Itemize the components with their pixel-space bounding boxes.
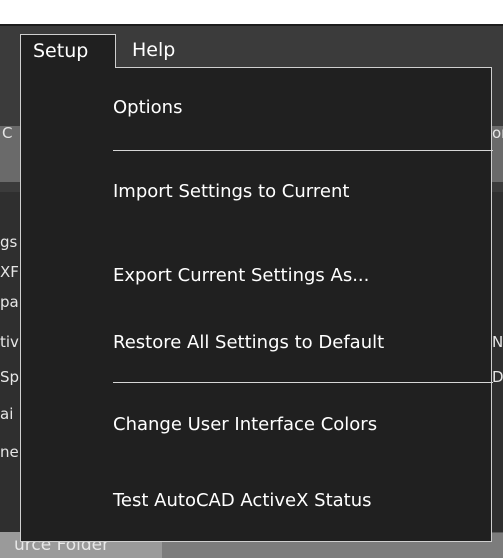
menu-item-restore-defaults[interactable]: Restore All Settings to Default bbox=[21, 325, 491, 361]
background-text-fragment: ne bbox=[0, 443, 19, 461]
background-text-fragment: D bbox=[492, 368, 503, 386]
menu-item-test-activex[interactable]: Test AutoCAD ActiveX Status bbox=[21, 483, 491, 519]
background-text-fragment: or bbox=[492, 124, 503, 142]
setup-dropdown-menu: Options Import Settings to Current Expor… bbox=[20, 67, 493, 542]
menu-tab-join bbox=[21, 66, 115, 69]
menu-item-options[interactable]: Options bbox=[21, 90, 491, 126]
background-text-fragment: tiv bbox=[0, 333, 19, 351]
screen: gs XF pa tiv Sp ai ne C or Na D urce Fol… bbox=[0, 0, 503, 558]
background-text-fragment: pa bbox=[0, 293, 19, 311]
background-text-fragment: Sp bbox=[0, 368, 20, 386]
menu-separator bbox=[113, 150, 493, 151]
menu-separator bbox=[113, 382, 493, 383]
menu-item-change-ui-colors[interactable]: Change User Interface Colors bbox=[21, 407, 491, 443]
menu-item-export-settings[interactable]: Export Current Settings As... bbox=[21, 258, 491, 294]
menu-setup[interactable]: Setup bbox=[20, 34, 116, 70]
menu-item-import-settings[interactable]: Import Settings to Current bbox=[21, 174, 491, 210]
background-text-fragment: gs bbox=[0, 233, 18, 251]
menu-help[interactable]: Help bbox=[120, 34, 187, 70]
menu-bar: Setup Help bbox=[0, 24, 503, 70]
background-text-fragment: ai bbox=[0, 405, 14, 423]
background-text-fragment: C bbox=[2, 124, 13, 142]
background-text-fragment: Na bbox=[492, 333, 503, 351]
background-text-fragment: XF bbox=[0, 263, 19, 281]
